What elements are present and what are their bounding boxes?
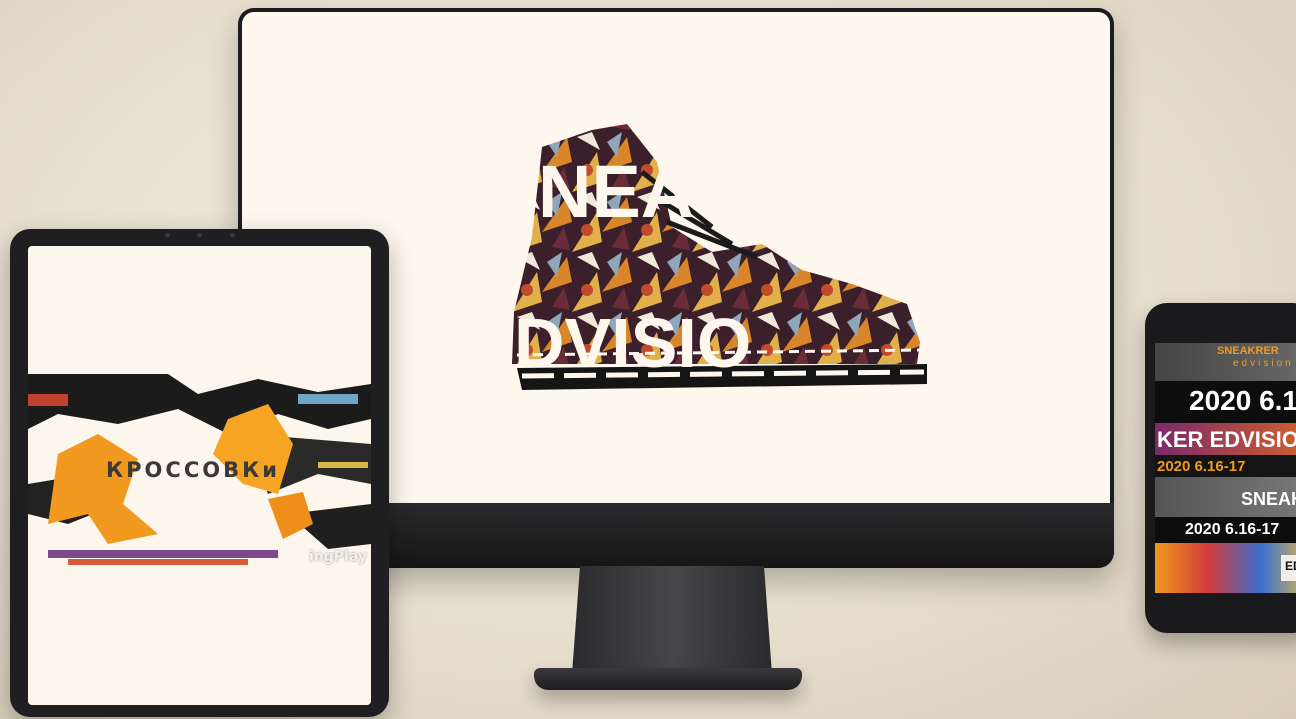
- monitor-stand: [572, 566, 772, 674]
- phone-brand-text: SNEAK: [1241, 489, 1296, 509]
- phone-art-band: ED: [1155, 543, 1296, 593]
- phone-date-white: 2020 6.16-17: [1185, 521, 1280, 538]
- phone-brand-band: SNEAK: [1155, 477, 1296, 517]
- phone-screen: SNEAKRER edvision 2020 6.16- KER EDVISIO…: [1155, 343, 1296, 593]
- kross-banner: КРОССОВКи ingPlay: [28, 374, 371, 576]
- phone-date-orange: 2020 6.16-17: [1157, 458, 1246, 475]
- phone-title: SNEAKRER: [1217, 345, 1279, 357]
- phone-event-name: KER EDVISION: [1157, 427, 1296, 452]
- shoe-letters-bottom: DVISIO: [514, 304, 751, 382]
- phone-date-band-3: 2020 6.16-17: [1155, 517, 1296, 543]
- banner-subtitle: ingPlay: [309, 549, 367, 565]
- shoe-letters-top: NEA: [538, 150, 694, 233]
- phone-date-large: 2020 6.16-: [1189, 385, 1296, 416]
- phone-date-band-1: 2020 6.16-: [1155, 381, 1296, 423]
- phone-name-band: KER EDVISION: [1155, 423, 1296, 455]
- phone-logo-badge: ED: [1281, 555, 1296, 581]
- phone-date-band-2: 2020 6.16-17: [1155, 455, 1296, 477]
- tablet-camera: [164, 233, 235, 239]
- phone-subtitle: edvision: [1233, 358, 1294, 369]
- monitor-stand-base: [534, 668, 802, 690]
- tablet-device: КРОССОВКи ingPlay: [10, 229, 389, 717]
- tablet-screen: КРОССОВКи ingPlay: [28, 246, 371, 705]
- phone-header-band: SNEAKRER edvision: [1155, 343, 1296, 381]
- phone-device: SNEAKRER edvision 2020 6.16- KER EDVISIO…: [1145, 303, 1296, 633]
- phone-logo-text: ED: [1285, 559, 1296, 573]
- banner-title: КРОССОВКи: [106, 458, 280, 482]
